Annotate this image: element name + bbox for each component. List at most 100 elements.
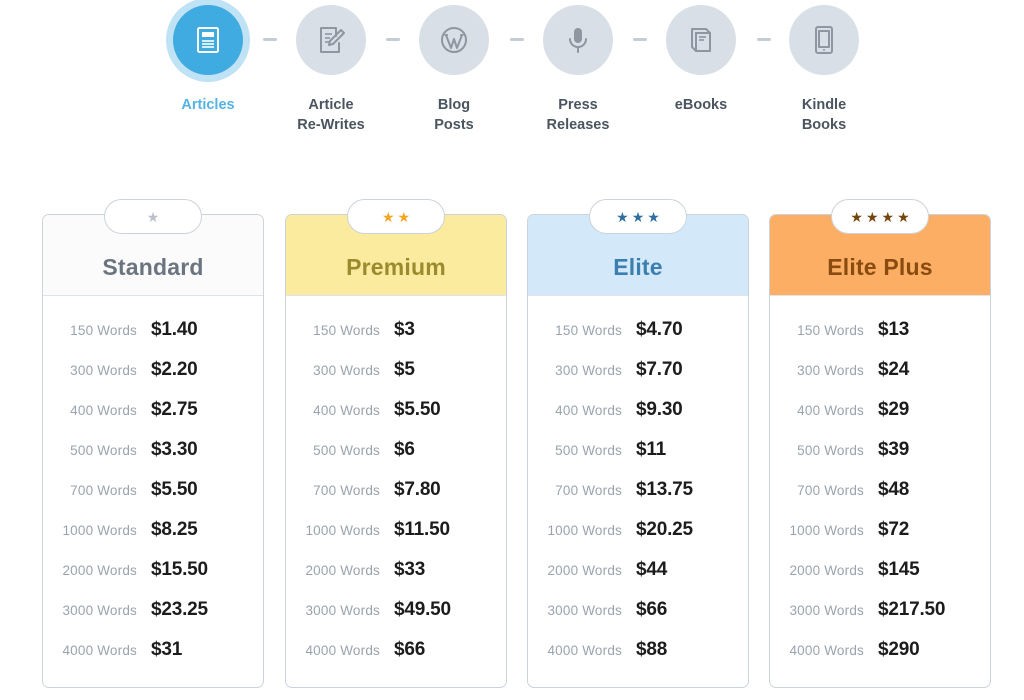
price-value: $9.30 [636, 399, 683, 420]
price-value: $7.70 [636, 359, 683, 380]
table-row[interactable]: 150 Words $1.40 [43, 310, 263, 350]
table-row[interactable]: 700 Words $48 [770, 470, 990, 510]
table-row[interactable]: 500 Words $3.30 [43, 430, 263, 470]
table-row[interactable]: 400 Words $2.75 [43, 390, 263, 430]
price-row-list: 150 Words $13 300 Words $24 400 Words $29 500 … [770, 296, 990, 670]
price-value: $4.70 [636, 319, 683, 340]
word-count-label: 700 Words [555, 482, 622, 498]
price-value: $3.30 [151, 439, 198, 460]
price-value: $31 [151, 639, 183, 660]
table-row[interactable]: 1000 Words $8.25 [43, 510, 263, 550]
price-value: $3 [394, 319, 415, 340]
table-row[interactable]: 2000 Words $145 [770, 550, 990, 590]
plan-rating-badge: ★ ★ [347, 199, 445, 234]
table-row[interactable]: 1000 Words $72 [770, 510, 990, 550]
word-count-label: 500 Words [797, 442, 864, 458]
table-row[interactable]: 2000 Words $15.50 [43, 550, 263, 590]
table-row[interactable]: 700 Words $7.80 [286, 470, 506, 510]
word-count-label: 1000 Words [62, 522, 137, 538]
table-row[interactable]: 300 Words $2.20 [43, 350, 263, 390]
price-row-list: 150 Words $3 300 Words $5 400 Words $5.50 500 … [286, 296, 506, 670]
star-icon: ★ [381, 208, 395, 225]
price-value: $6 [394, 439, 415, 460]
pricing-card-standard[interactable]: Standard 150 Words $1.40 300 Words $2.20 400 … [42, 199, 264, 688]
price-value: $7.80 [394, 479, 441, 500]
price-value: $88 [636, 639, 668, 660]
table-row[interactable]: 500 Words $11 [528, 430, 748, 470]
price-value: $66 [636, 599, 668, 620]
price-value: $29 [878, 399, 910, 420]
pricing-card-premium[interactable]: Premium 150 Words $3 300 Words $5 400 Words $5… [285, 199, 507, 688]
price-value: $13.75 [636, 479, 693, 500]
price-value: $23.25 [151, 599, 208, 620]
pricing-card-elite[interactable]: Elite 150 Words $4.70 300 Words $7.70 400 Wor… [527, 199, 749, 688]
table-row[interactable]: 1000 Words $11.50 [286, 510, 506, 550]
price-value: $49.50 [394, 599, 451, 620]
word-count-label: 400 Words [555, 402, 622, 418]
word-count-label: 400 Words [313, 402, 380, 418]
word-count-label: 1000 Words [547, 522, 622, 538]
table-row[interactable]: 3000 Words $23.25 [43, 590, 263, 630]
star-icon: ★ [865, 208, 879, 225]
word-count-label: 1000 Words [305, 522, 380, 538]
word-count-label: 500 Words [313, 442, 380, 458]
price-value: $15.50 [151, 559, 208, 580]
word-count-label: 500 Words [70, 442, 137, 458]
table-row[interactable]: 400 Words $5.50 [286, 390, 506, 430]
table-row[interactable]: 1000 Words $20.25 [528, 510, 748, 550]
price-value: $66 [394, 639, 426, 660]
plan-title: Elite [613, 254, 663, 280]
price-value: $11 [636, 439, 667, 460]
star-icon: ★ [397, 208, 411, 225]
word-count-label: 3000 Words [62, 602, 137, 618]
word-count-label: 3000 Words [305, 602, 380, 618]
plan-title: Standard [102, 254, 204, 280]
table-row[interactable]: 4000 Words $66 [286, 630, 506, 670]
table-row[interactable]: 4000 Words $31 [43, 630, 263, 670]
table-row[interactable]: 3000 Words $66 [528, 590, 748, 630]
table-row[interactable]: 500 Words $39 [770, 430, 990, 470]
plan-title: Elite Plus [827, 254, 933, 280]
star-icon: ★ [146, 208, 160, 225]
word-count-label: 700 Words [313, 482, 380, 498]
word-count-label: 2000 Words [547, 562, 622, 578]
word-count-label: 300 Words [70, 362, 137, 378]
table-row[interactable]: 500 Words $6 [286, 430, 506, 470]
price-value: $24 [878, 359, 910, 380]
table-row[interactable]: 4000 Words $290 [770, 630, 990, 670]
table-row[interactable]: 300 Words $5 [286, 350, 506, 390]
word-count-label: 2000 Words [789, 562, 864, 578]
price-value: $8.25 [151, 519, 198, 540]
word-count-label: 150 Words [313, 322, 380, 338]
price-row-list: 150 Words $4.70 300 Words $7.70 400 Words $9.… [528, 296, 748, 670]
word-count-label: 4000 Words [547, 642, 622, 658]
price-value: $44 [636, 559, 668, 580]
table-row[interactable]: 400 Words $9.30 [528, 390, 748, 430]
star-icon: ★ [647, 208, 660, 225]
word-count-label: 300 Words [797, 362, 864, 378]
table-row[interactable]: 2000 Words $33 [286, 550, 506, 590]
price-row-list: 150 Words $1.40 300 Words $2.20 400 Words $2.… [43, 296, 263, 670]
pricing-card-elite-plus[interactable]: Elite Plus 150 Words $13 300 Words $24 400 Wo… [769, 199, 991, 688]
table-row[interactable]: 150 Words $3 [286, 310, 506, 350]
word-count-label: 3000 Words [789, 602, 864, 618]
price-value: $39 [878, 439, 910, 460]
table-row[interactable]: 700 Words $13.75 [528, 470, 748, 510]
table-row[interactable]: 300 Words $7.70 [528, 350, 748, 390]
table-row[interactable]: 300 Words $24 [770, 350, 990, 390]
price-value: $5.50 [394, 399, 441, 420]
word-count-label: 4000 Words [62, 642, 137, 658]
table-row[interactable]: 3000 Words $217.50 [770, 590, 990, 630]
price-value: $5 [394, 359, 415, 380]
word-count-label: 300 Words [313, 362, 380, 378]
price-value: $145 [878, 559, 920, 580]
table-row[interactable]: 4000 Words $88 [528, 630, 748, 670]
table-row[interactable]: 150 Words $13 [770, 310, 990, 350]
word-count-label: 500 Words [555, 442, 622, 458]
table-row[interactable]: 2000 Words $44 [528, 550, 748, 590]
word-count-label: 400 Words [70, 402, 137, 418]
table-row[interactable]: 700 Words $5.50 [43, 470, 263, 510]
table-row[interactable]: 400 Words $29 [770, 390, 990, 430]
table-row[interactable]: 150 Words $4.70 [528, 310, 748, 350]
table-row[interactable]: 3000 Words $49.50 [286, 590, 506, 630]
